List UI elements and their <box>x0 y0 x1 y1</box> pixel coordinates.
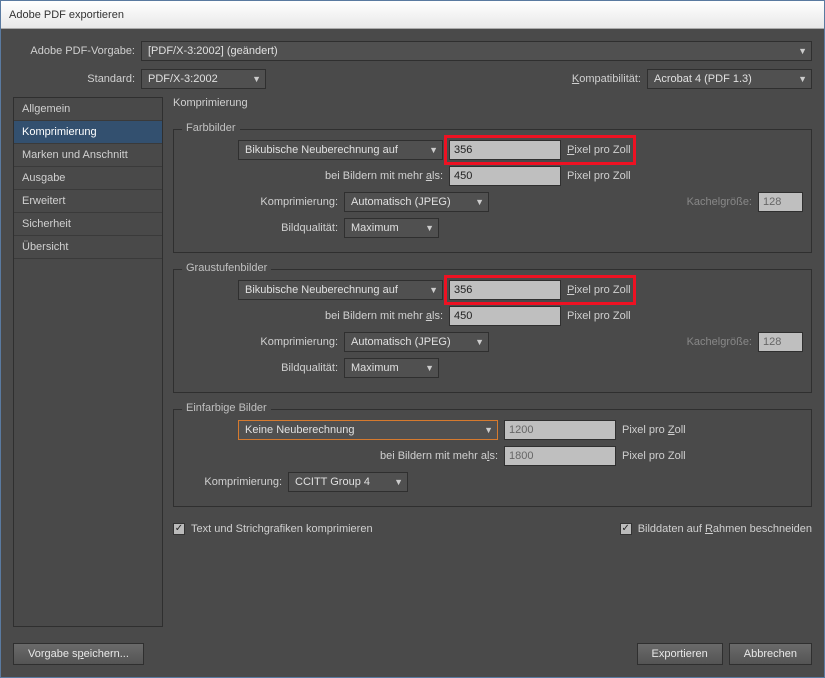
threshold-label: bei Bildern mit mehr als: <box>182 310 443 322</box>
color-quality-combo[interactable]: Maximum▼ <box>344 218 439 238</box>
preset-combo[interactable]: [PDF/X-3:2002] (geändert) ▼ <box>141 41 812 61</box>
dialog-footer: Vorgabe speichern... Exportieren Abbrech… <box>13 635 812 665</box>
quality-label: Bildqualität: <box>182 222 338 234</box>
main-panel: Komprimierung Farbbilder Bikubische Neub… <box>173 97 812 627</box>
crop-frames-label: Bilddaten auf Rahmen beschneiden <box>638 523 812 535</box>
ppi-label: Pixel pro Zoll <box>567 310 631 322</box>
export-button[interactable]: Exportieren <box>637 643 723 665</box>
chevron-down-icon: ▼ <box>429 285 438 295</box>
sidebar-item-advanced[interactable]: Erweitert <box>14 190 162 213</box>
compression-label: Komprimierung: <box>182 336 338 348</box>
gray-images-group: Graustufenbilder Bikubische Neuberechnun… <box>173 269 812 393</box>
threshold-label: bei Bildern mit mehr als: <box>182 170 443 182</box>
gray-target-input[interactable]: 356 <box>449 280 561 300</box>
chevron-down-icon: ▼ <box>252 74 261 84</box>
color-group-title: Farbbilder <box>182 122 240 134</box>
chevron-down-icon: ▼ <box>475 197 484 207</box>
compat-combo[interactable]: Acrobat 4 (PDF 1.3) ▼ <box>647 69 812 89</box>
panel-title: Komprimierung <box>173 97 812 109</box>
export-pdf-dialog: Adobe PDF exportieren Adobe PDF-Vorgabe:… <box>0 0 825 678</box>
standard-label: Standard: <box>13 73 135 85</box>
mono-group-title: Einfarbige Bilder <box>182 402 271 414</box>
gray-quality-combo[interactable]: Maximum▼ <box>344 358 439 378</box>
mono-target-input: 1200 <box>504 420 616 440</box>
chevron-down-icon: ▼ <box>798 46 807 56</box>
color-images-group: Farbbilder Bikubische Neuberechnung auf▼… <box>173 129 812 253</box>
chevron-down-icon: ▼ <box>394 477 403 487</box>
gray-group-title: Graustufenbilder <box>182 262 271 274</box>
compress-text-checkbox[interactable]: ✓ Text und Strichgrafiken komprimieren <box>173 523 373 535</box>
preset-row: Adobe PDF-Vorgabe: [PDF/X-3:2002] (geänd… <box>13 41 812 61</box>
dialog-content: Adobe PDF-Vorgabe: [PDF/X-3:2002] (geänd… <box>1 29 824 677</box>
sidebar-item-marks[interactable]: Marken und Anschnitt <box>14 144 162 167</box>
ppi-label: Pixel pro Zoll <box>622 450 686 462</box>
color-tile-input: 128 <box>758 192 803 212</box>
mono-downsample-combo[interactable]: Keine Neuberechnung▼ <box>238 420 498 440</box>
sidebar-item-summary[interactable]: Übersicht <box>14 236 162 259</box>
chevron-down-icon: ▼ <box>425 363 434 373</box>
ppi-label: Pixel pro Zoll <box>567 170 631 182</box>
compat-value: Acrobat 4 (PDF 1.3) <box>654 73 752 85</box>
tile-label: Kachelgröße: <box>687 196 752 208</box>
chevron-down-icon: ▼ <box>429 145 438 155</box>
standard-combo[interactable]: PDF/X-3:2002 ▼ <box>141 69 266 89</box>
category-sidebar: Allgemein Komprimierung Marken und Ansch… <box>13 97 163 627</box>
gray-compression-combo[interactable]: Automatisch (JPEG)▼ <box>344 332 489 352</box>
color-threshold-input[interactable]: 450 <box>449 166 561 186</box>
sidebar-item-output[interactable]: Ausgabe <box>14 167 162 190</box>
chevron-down-icon: ▼ <box>798 74 807 84</box>
chevron-down-icon: ▼ <box>475 337 484 347</box>
quality-label: Bildqualität: <box>182 362 338 374</box>
mono-threshold-input: 1800 <box>504 446 616 466</box>
threshold-label: bei Bildern mit mehr als: <box>182 450 498 462</box>
ppi-label: Pixel pro Zoll <box>622 424 686 436</box>
mono-compression-combo[interactable]: CCITT Group 4▼ <box>288 472 408 492</box>
highlight-color-target: 356 Pixel pro Zoll <box>444 135 636 165</box>
crop-frames-checkbox[interactable]: ✓ Bilddaten auf Rahmen beschneiden <box>620 523 812 535</box>
preset-value: [PDF/X-3:2002] (geändert) <box>148 45 278 57</box>
ppi-label: Pixel pro Zoll <box>567 144 631 156</box>
sidebar-item-security[interactable]: Sicherheit <box>14 213 162 236</box>
chevron-down-icon: ▼ <box>425 223 434 233</box>
sidebar-item-compression[interactable]: Komprimierung <box>14 121 162 144</box>
checkbox-row: ✓ Text und Strichgrafiken komprimieren ✓… <box>173 523 812 535</box>
color-target-input[interactable]: 356 <box>449 140 561 160</box>
color-compression-combo[interactable]: Automatisch (JPEG)▼ <box>344 192 489 212</box>
compression-label: Komprimierung: <box>182 476 282 488</box>
window-title: Adobe PDF exportieren <box>9 9 124 21</box>
checkmark-icon: ✓ <box>620 523 632 535</box>
compat-label: KKompatibilität:ompatibilität: <box>572 73 641 85</box>
tile-label: Kachelgröße: <box>687 336 752 348</box>
highlight-gray-target: 356 Pixel pro Zoll <box>444 275 636 305</box>
standard-compat-row: Standard: PDF/X-3:2002 ▼ KKompatibilität… <box>13 69 812 89</box>
mono-images-group: Einfarbige Bilder Keine Neuberechnung▼ 1… <box>173 409 812 507</box>
gray-tile-input: 128 <box>758 332 803 352</box>
body-split: Allgemein Komprimierung Marken und Ansch… <box>13 97 812 627</box>
sidebar-item-general[interactable]: Allgemein <box>14 98 162 121</box>
standard-value: PDF/X-3:2002 <box>148 73 218 85</box>
chevron-down-icon: ▼ <box>484 425 493 435</box>
preset-label: Adobe PDF-Vorgabe: <box>13 45 135 57</box>
checkmark-icon: ✓ <box>173 523 185 535</box>
gray-threshold-input[interactable]: 450 <box>449 306 561 326</box>
color-downsample-combo[interactable]: Bikubische Neuberechnung auf▼ <box>238 140 443 160</box>
compression-label: Komprimierung: <box>182 196 338 208</box>
cancel-button[interactable]: Abbrechen <box>729 643 812 665</box>
save-preset-button[interactable]: Vorgabe speichern... <box>13 643 144 665</box>
titlebar: Adobe PDF exportieren <box>1 1 824 29</box>
ppi-label: Pixel pro Zoll <box>567 284 631 296</box>
gray-downsample-combo[interactable]: Bikubische Neuberechnung auf▼ <box>238 280 443 300</box>
